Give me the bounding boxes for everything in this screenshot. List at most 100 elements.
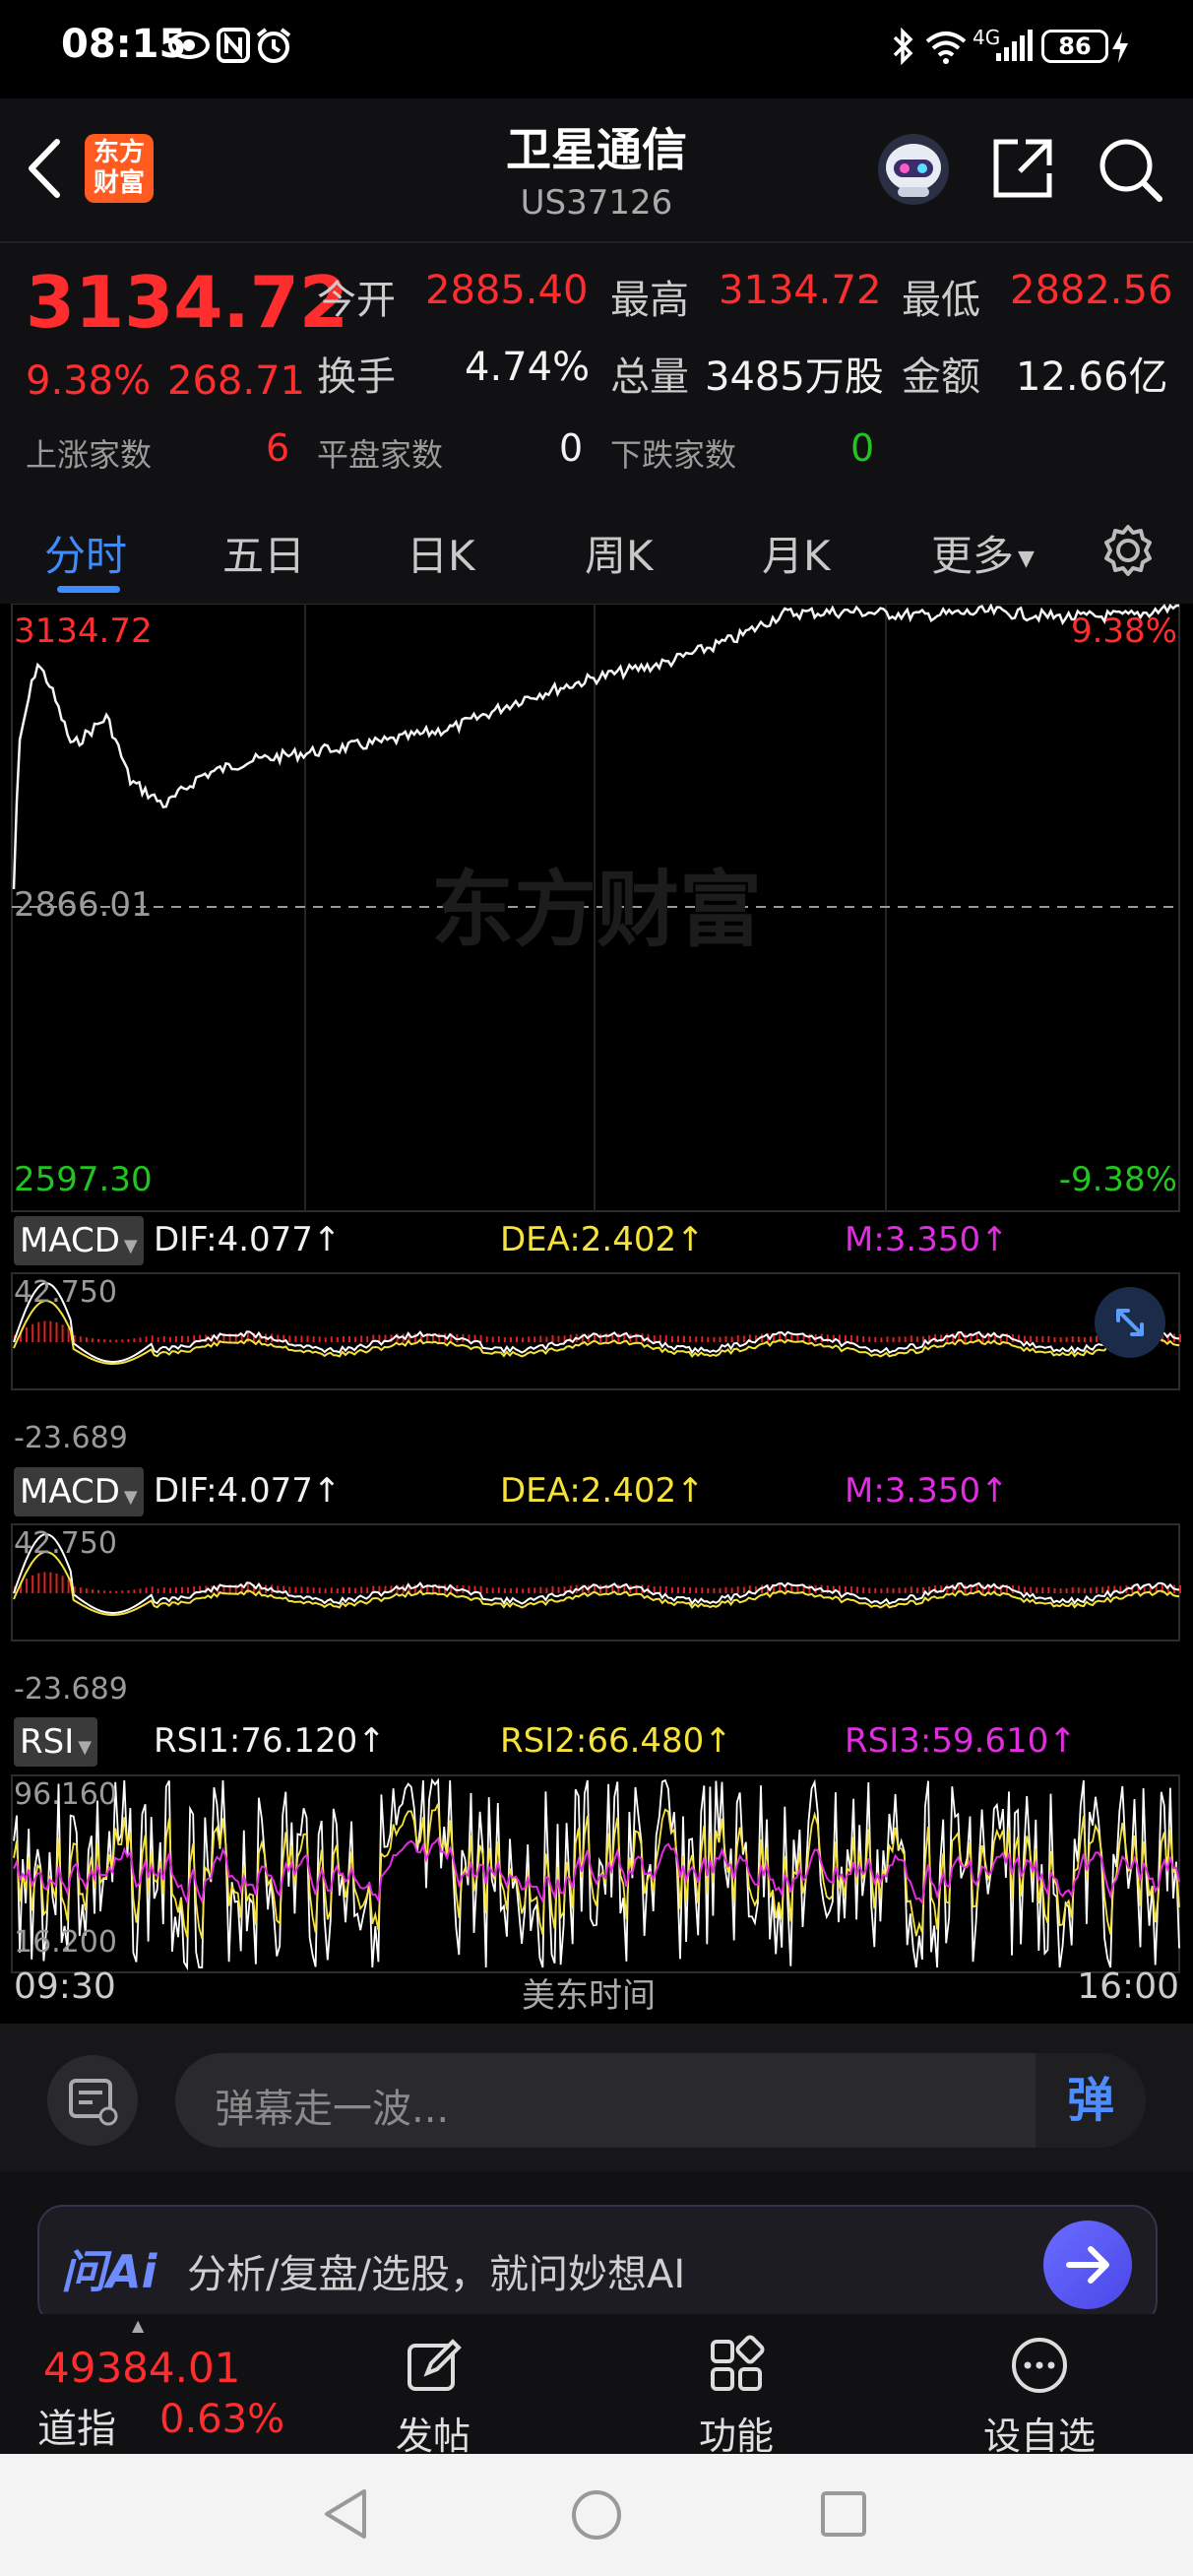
danmu-settings-button[interactable] [47, 2055, 138, 2146]
rsi3-value: RSI3:59.610↑ [845, 1721, 1077, 1761]
macd-histogram-bar [1030, 1335, 1033, 1342]
system-back-button[interactable] [321, 2487, 370, 2544]
open-value: 2885.40 [425, 268, 589, 313]
tab-daily-k[interactable]: 日K [407, 523, 475, 583]
triangle-back-icon [325, 2489, 366, 2539]
macd-histogram-bar [683, 1335, 685, 1342]
macd-histogram-bar [742, 1586, 745, 1593]
macd-histogram-bar [1083, 1587, 1086, 1593]
macd-histogram-bar [1047, 1336, 1050, 1342]
change-amount: 268.71 [167, 358, 305, 404]
macd-histogram-bar [981, 1584, 984, 1593]
macd-histogram-bar [61, 1576, 64, 1593]
macd-histogram-bar [617, 1584, 620, 1593]
macd-histogram-bar [306, 1586, 309, 1593]
macd1-dif: DIF:4.077↑ [154, 1220, 341, 1259]
tab-intraday[interactable]: 分时 [44, 523, 127, 583]
danmu-bar: 弹幕走一波... 弹 [0, 2024, 1193, 2171]
macd-histogram-bar [707, 1587, 710, 1593]
tab-weekly-k[interactable]: 周K [585, 523, 654, 583]
macd-histogram-bar [157, 1588, 159, 1593]
nav-functions[interactable]: 功能 [648, 2334, 825, 2460]
tab-more[interactable]: 更多 ▼ [931, 523, 1035, 583]
macd-histogram-bar [342, 1336, 345, 1342]
chart-area[interactable]: 东方财富 3134.72 9.38% 2866.01 2597.30 -9.38… [0, 604, 1193, 2024]
stock-code: US37126 [520, 183, 673, 223]
macd-histogram-bar [880, 1588, 883, 1593]
back-button[interactable] [22, 134, 71, 203]
system-recents-button[interactable] [819, 2489, 868, 2543]
search-icon[interactable] [1097, 136, 1165, 209]
macd-histogram-bar [677, 1335, 679, 1342]
macd-histogram-bar [892, 1337, 895, 1342]
macd-histogram-bar [491, 1587, 494, 1593]
macd-histogram-bar [43, 1320, 46, 1342]
rsi-indicator-select[interactable]: RSI ▼ [14, 1717, 98, 1767]
macd-histogram-bar [1059, 1337, 1062, 1342]
current-price: 3134.72 [26, 261, 348, 344]
nfc-icon [217, 28, 250, 67]
macd-histogram-bar [557, 1586, 560, 1593]
ai-input[interactable]: 问Ai 分析/复盘/选股，就问妙想AI [37, 2205, 1158, 2327]
nav-add-watchlist[interactable]: 设自选 [951, 2334, 1128, 2460]
price-axis-mid: 2866.01 [14, 885, 153, 925]
macd-histogram-bar [438, 1333, 441, 1342]
watermark: 东方财富 [431, 862, 762, 958]
macd-histogram-bar [366, 1587, 369, 1593]
macd-histogram-bar [366, 1336, 369, 1342]
macd-histogram-bar [736, 1335, 739, 1342]
robot-avatar-icon[interactable] [874, 130, 953, 213]
macd-histogram-bar [348, 1336, 350, 1342]
macd-histogram-bar [730, 1336, 733, 1342]
macd-histogram-bar [97, 1338, 99, 1342]
macd-histogram-bar [522, 1588, 525, 1593]
macd-histogram-bar [115, 1339, 118, 1342]
macd2-dea-text: DEA:2.402 [500, 1471, 677, 1511]
tab-monthly-k[interactable]: 月K [762, 523, 831, 583]
gear-icon[interactable] [1100, 523, 1156, 582]
tab-more-label: 更多 [931, 532, 1015, 580]
macd-histogram-bar [318, 1336, 321, 1342]
battery-level: 86 [1058, 32, 1092, 60]
price-axis-top: 3134.72 [14, 612, 153, 651]
macd2-dif-line [13, 1532, 1180, 1615]
nav-post[interactable]: 发帖 [345, 2334, 522, 2460]
macd-histogram-bar [300, 1335, 303, 1342]
macd-histogram-bar [354, 1587, 357, 1593]
system-home-button[interactable] [569, 2487, 624, 2546]
down-count: 0 [850, 426, 875, 470]
macd-histogram-bar [67, 1578, 70, 1593]
macd-histogram-bar [1101, 1586, 1104, 1593]
rsi1-text: RSI1:76.120 [154, 1721, 358, 1761]
macd-histogram-bar [1047, 1587, 1050, 1593]
expand-chart-button[interactable] [1095, 1287, 1165, 1358]
share-icon[interactable] [990, 136, 1055, 205]
macd-histogram-bar [162, 1336, 165, 1342]
danmu-send-button[interactable]: 弹 [1036, 2053, 1146, 2148]
macd1-dea: DEA:2.402↑ [500, 1220, 705, 1259]
arrow-right-icon [1066, 2246, 1109, 2284]
macd1-indicator-select[interactable]: MACD ▼ [14, 1216, 144, 1265]
arrow-up-icon: ↑ [676, 1471, 705, 1511]
macd2-name: MACD [20, 1472, 120, 1512]
macd-histogram-bar [43, 1572, 46, 1593]
macd-histogram-bar [1053, 1337, 1056, 1342]
ai-send-button[interactable] [1043, 2221, 1132, 2309]
macd-histogram-bar [503, 1588, 506, 1593]
tab-five-day[interactable]: 五日 [222, 523, 305, 583]
danmu-input[interactable]: 弹幕走一波... 弹 [175, 2053, 1146, 2148]
time-end: 16:00 [1077, 1966, 1179, 2007]
macd-histogram-bar [294, 1335, 297, 1342]
macd-histogram-bar [139, 1337, 142, 1342]
rsi1-line [13, 1777, 1180, 1971]
macd-histogram-bar [551, 1334, 554, 1342]
macd-histogram-bar [915, 1336, 918, 1342]
caret-up-icon: ▲ [132, 2316, 145, 2335]
macd-histogram-bar [981, 1333, 984, 1342]
up-count: 6 [266, 426, 290, 470]
macd-histogram-bar [497, 1336, 500, 1342]
macd-histogram-bar [1024, 1586, 1027, 1593]
index-ticker[interactable]: ▲ 49384.01 道指 0.63% [0, 2314, 295, 2454]
macd-histogram-bar [724, 1586, 727, 1593]
macd2-indicator-select[interactable]: MACD ▼ [14, 1467, 144, 1516]
